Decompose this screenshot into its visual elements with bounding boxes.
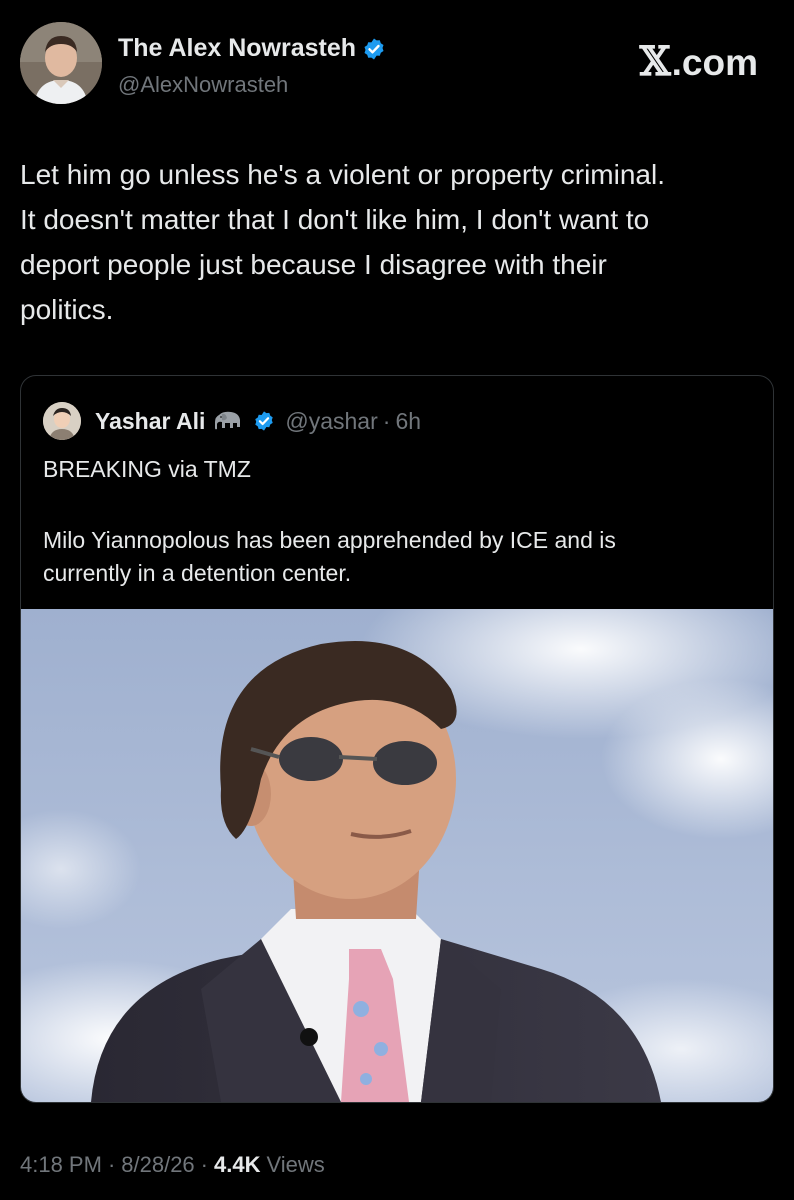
separator-dot: · bbox=[107, 1152, 116, 1177]
quoted-timestamp[interactable]: 6h bbox=[395, 408, 421, 435]
verified-badge-icon bbox=[364, 38, 384, 59]
tweet-line: politics. bbox=[20, 294, 114, 325]
post-date[interactable]: 8/28/26 bbox=[121, 1152, 194, 1178]
views-count[interactable]: 4.4K bbox=[214, 1152, 260, 1178]
tweet-metadata: 4:18 PM · 8/28/26 · 4.4K Views bbox=[20, 1152, 325, 1178]
quoted-author-name[interactable]: Yashar Ali bbox=[95, 408, 205, 435]
separator-dot: · bbox=[382, 407, 391, 434]
verified-badge-icon bbox=[255, 411, 274, 431]
author-handle[interactable]: @AlexNowrasteh bbox=[118, 72, 288, 98]
quoted-author-avatar[interactable] bbox=[43, 402, 81, 440]
tweet-line: Let him go unless he's a violent or prop… bbox=[20, 159, 665, 190]
x-logo-icon: 𝕏 bbox=[639, 38, 671, 85]
views-label: Views bbox=[266, 1152, 325, 1177]
brand-suffix: .com bbox=[671, 42, 758, 83]
quoted-text-line: currently in a detention center. bbox=[43, 560, 352, 586]
quoted-tweet-card[interactable]: Yashar Ali @yashar · 6h BREAKING via TMZ… bbox=[20, 375, 774, 1103]
separator-dot: · bbox=[200, 1152, 208, 1177]
quoted-tweet-header: Yashar Ali @yashar · 6h bbox=[43, 402, 421, 440]
elephant-icon bbox=[215, 411, 241, 430]
quoted-text-line: Milo Yiannopolous has been apprehended b… bbox=[43, 527, 616, 553]
post-time[interactable]: 4:18 PM bbox=[20, 1152, 102, 1178]
quoted-author-handle[interactable]: @yashar bbox=[285, 408, 377, 435]
quoted-text-line: BREAKING via TMZ bbox=[43, 456, 251, 482]
tweet-text: Let him go unless he's a violent or prop… bbox=[20, 152, 774, 332]
x-com-logo: 𝕏 .com bbox=[640, 38, 758, 85]
author-display-name[interactable]: The Alex Nowrasteh bbox=[118, 34, 356, 63]
quoted-text-body: Milo Yiannopolous has been apprehended b… bbox=[43, 524, 753, 590]
author-avatar[interactable] bbox=[20, 22, 102, 104]
tweet-line: deport people just because I disagree wi… bbox=[20, 249, 607, 280]
tweet-line: It doesn't matter that I don't like him,… bbox=[20, 204, 650, 235]
news-photo[interactable] bbox=[21, 609, 773, 1102]
tweet-header: The Alex Nowrasteh @AlexNowrasteh 𝕏 .com bbox=[20, 22, 774, 112]
